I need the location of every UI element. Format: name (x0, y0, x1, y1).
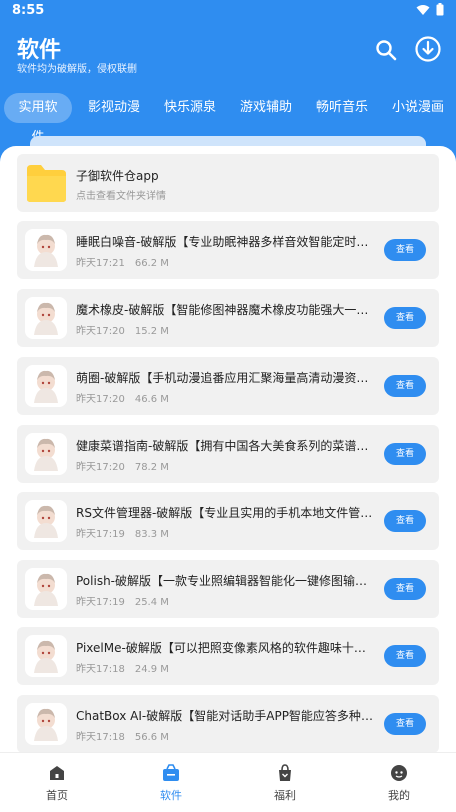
software-icon (163, 764, 179, 781)
nav-welfare[interactable]: 福利 (245, 763, 325, 803)
app-thumbnail-icon (25, 297, 67, 339)
tab-movies-anime[interactable]: 影视动漫 (83, 93, 145, 123)
list-item[interactable]: Polish-破解版【一款专业照编辑器智能化一键修图输出高清】 昨天17:19 2… (17, 560, 439, 618)
list-item[interactable]: 魔术橡皮-破解版【智能修图神器魔术橡皮功能强大一键去除】 昨天17:20 15.2… (17, 289, 439, 347)
view-button[interactable]: 查看 (384, 645, 426, 667)
app-size: 24.9 M (134, 664, 169, 675)
app-thumbnail-icon (25, 365, 67, 407)
battery-icon (436, 3, 444, 16)
app-size: 46.6 M (134, 394, 169, 405)
app-thumbnail-icon (25, 703, 67, 745)
app-size: 66.2 M (134, 258, 169, 269)
folder-title: 子御软件仓app (76, 169, 159, 183)
gift-icon (279, 764, 291, 781)
app-time: 昨天17:20 (76, 462, 125, 473)
app-thumbnail-icon (25, 568, 67, 610)
app-time: 昨天17:19 (76, 597, 125, 608)
home-icon (50, 766, 64, 780)
view-button[interactable]: 查看 (384, 443, 426, 465)
tab-game-assist[interactable]: 游戏辅助 (235, 93, 297, 123)
app-header: 软件 软件均为破解版，侵权联删 (0, 22, 456, 86)
app-name: 健康菜谱指南-破解版【拥有中国各大美食系列的菜谱和做法】 (76, 439, 376, 453)
app-meta: 昨天17:20 46.6 M (76, 390, 169, 405)
nav-welfare-label: 福利 (274, 789, 296, 802)
app-size: 15.2 M (134, 326, 169, 337)
app-time: 昨天17:20 (76, 326, 125, 337)
tab-utility-software[interactable]: 实用软件 (4, 93, 72, 145)
folder-card[interactable]: 子御软件仓app 点击查看文件夹详情 (17, 154, 439, 212)
app-size: 78.2 M (134, 462, 169, 473)
app-thumbnail-icon (25, 229, 67, 271)
status-icons (416, 3, 444, 16)
bottom-nav: 首页 软件 福利 我的 (0, 752, 456, 812)
list-item[interactable]: 萌圈-破解版【手机动漫追番应用汇聚海量高清动漫资源】 昨天17:20 46.6 M… (17, 357, 439, 415)
nav-home[interactable]: 首页 (17, 763, 97, 803)
nav-mine-label: 我的 (388, 789, 410, 802)
list-item[interactable]: 健康菜谱指南-破解版【拥有中国各大美食系列的菜谱和做法】 昨天17:20 78.2… (17, 425, 439, 483)
app-name: PixelMe-破解版【可以把照变像素风格的软件趣味十足AI转换】 (76, 641, 376, 655)
app-time: 昨天17:18 (76, 732, 125, 743)
folder-icon (27, 165, 66, 202)
page-subtitle: 软件均为破解版，侵权联删 (17, 64, 137, 75)
status-time: 8:55 (12, 3, 45, 18)
search-icon[interactable] (374, 38, 398, 62)
app-time: 昨天17:18 (76, 664, 125, 675)
app-name: Polish-破解版【一款专业照编辑器智能化一键修图输出高清】 (76, 574, 376, 588)
app-thumbnail-icon (25, 635, 67, 677)
app-meta: 昨天17:21 66.2 M (76, 254, 169, 269)
app-meta: 昨天17:20 15.2 M (76, 322, 169, 337)
nav-software-label: 软件 (160, 789, 182, 802)
app-meta: 昨天17:20 78.2 M (76, 458, 169, 473)
app-time: 昨天17:20 (76, 394, 125, 405)
list-item[interactable]: RS文件管理器-破解版【专业且实用的手机本地文件管理工具】 昨天17:19 83.… (17, 492, 439, 550)
app-meta: 昨天17:19 25.4 M (76, 593, 169, 608)
app-time: 昨天17:21 (76, 258, 125, 269)
app-time: 昨天17:19 (76, 529, 125, 540)
view-button[interactable]: 查看 (384, 239, 426, 261)
nav-home-label: 首页 (46, 789, 68, 802)
app-size: 56.6 M (134, 732, 169, 743)
wifi-icon (416, 4, 430, 15)
nav-mine[interactable]: 我的 (359, 763, 439, 803)
tab-music[interactable]: 畅听音乐 (311, 93, 373, 123)
view-button[interactable]: 查看 (384, 510, 426, 532)
app-name: 萌圈-破解版【手机动漫追番应用汇聚海量高清动漫资源】 (76, 371, 376, 385)
download-icon[interactable] (414, 35, 442, 63)
app-name: 睡眠白噪音-破解版【专业助眠神器多样音效智能定时轻松入睡】 (76, 235, 376, 249)
list-item[interactable]: 睡眠白噪音-破解版【专业助眠神器多样音效智能定时轻松入睡】 昨天17:21 66.… (17, 221, 439, 279)
tab-fun[interactable]: 快乐源泉 (159, 93, 221, 123)
view-button[interactable]: 查看 (384, 578, 426, 600)
app-meta: 昨天17:19 83.3 M (76, 525, 169, 540)
view-button[interactable]: 查看 (384, 307, 426, 329)
app-meta: 昨天17:18 24.9 M (76, 660, 169, 675)
tab-novels-comics[interactable]: 小说漫画 (387, 93, 449, 123)
app-name: ChatBox AI-破解版【智能对话助手APP智能应答多种主题】 (76, 709, 376, 723)
folder-subtitle: 点击查看文件夹详情 (76, 191, 166, 202)
list-item[interactable]: ChatBox AI-破解版【智能对话助手APP智能应答多种主题】 昨天17:1… (17, 695, 439, 753)
nav-software[interactable]: 软件 (131, 763, 211, 803)
app-name: 魔术橡皮-破解版【智能修图神器魔术橡皮功能强大一键去除】 (76, 303, 376, 317)
app-thumbnail-icon (25, 433, 67, 475)
profile-icon (391, 765, 407, 781)
view-button[interactable]: 查看 (384, 375, 426, 397)
app-name: RS文件管理器-破解版【专业且实用的手机本地文件管理工具】 (76, 506, 376, 520)
app-thumbnail-icon (25, 500, 67, 542)
app-size: 83.3 M (134, 529, 169, 540)
category-tabs: 实用软件 影视动漫 快乐源泉 游戏辅助 畅听音乐 小说漫画 (0, 93, 456, 145)
view-button[interactable]: 查看 (384, 713, 426, 735)
app-meta: 昨天17:18 56.6 M (76, 728, 169, 743)
status-bar: 8:55 (0, 0, 456, 22)
list-item[interactable]: PixelMe-破解版【可以把照变像素风格的软件趣味十足AI转换】 昨天17:1… (17, 627, 439, 685)
app-size: 25.4 M (134, 597, 169, 608)
